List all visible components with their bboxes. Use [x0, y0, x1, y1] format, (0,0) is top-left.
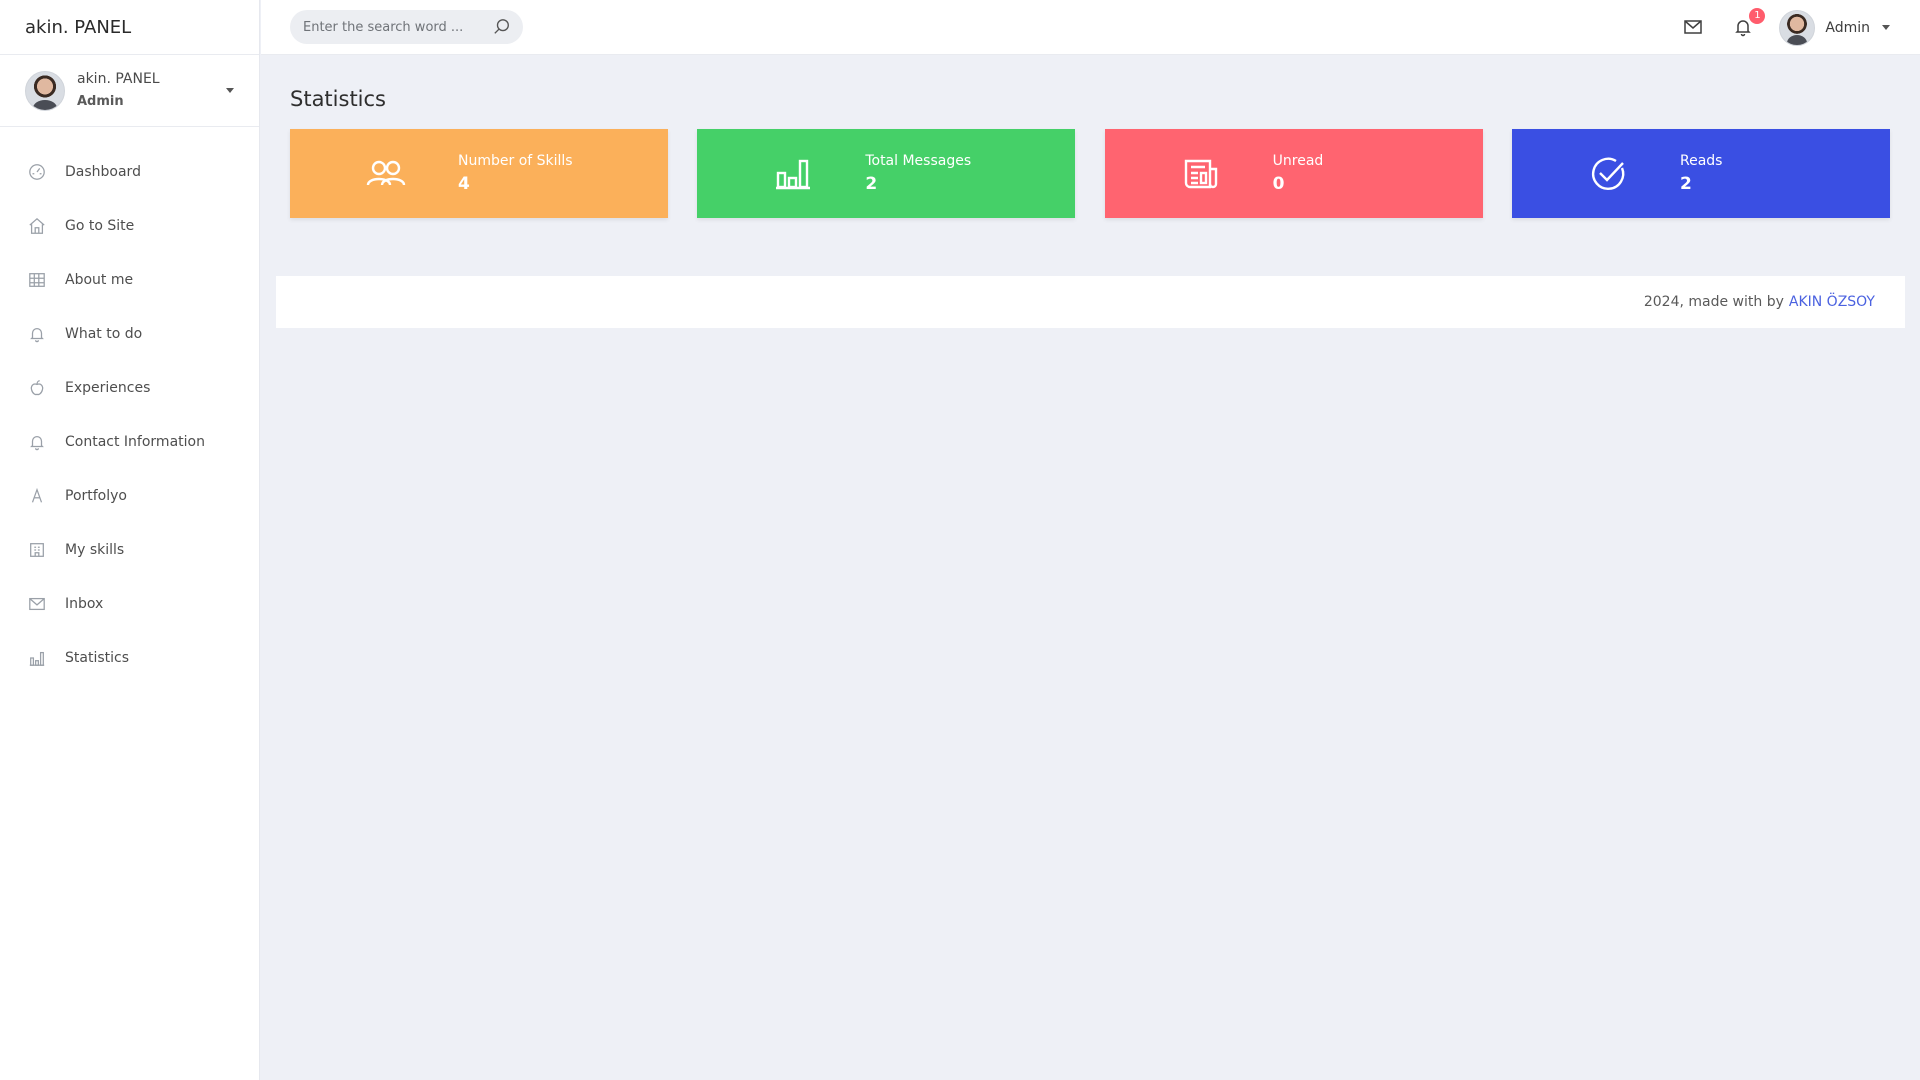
chevron-down-icon: [1882, 25, 1890, 30]
gauge-icon: [27, 162, 47, 182]
stat-label: Number of Skills: [458, 153, 573, 170]
search-box: [290, 10, 523, 44]
footer-author-link[interactable]: AKIN ÖZSOY: [1789, 294, 1875, 310]
main-content: Statistics Number of Skills 4 Total Mess…: [290, 55, 1890, 218]
stat-value: 2: [865, 173, 878, 194]
sidebar-item-experiences[interactable]: Experiences: [0, 361, 259, 415]
sidebar-item-my-skills[interactable]: My skills: [0, 523, 259, 577]
user-name: Admin: [1825, 19, 1870, 36]
sidebar-item-label: Contact Information: [65, 434, 205, 450]
font-a-icon: [27, 486, 47, 506]
sidebar-item-label: Experiences: [65, 380, 151, 396]
bell-icon: [27, 432, 47, 452]
bell-icon: [27, 324, 47, 344]
stat-card-skills: Number of Skills 4: [290, 129, 668, 218]
stat-value: 4: [458, 173, 470, 194]
avatar: [1779, 9, 1816, 46]
bar-chart-icon: [737, 129, 849, 218]
home-icon: [27, 216, 47, 236]
stat-card-unread: Unread 0: [1104, 129, 1483, 218]
avatar: [25, 70, 65, 111]
sidebar-item-label: Statistics: [65, 650, 129, 666]
stat-value: 2: [1679, 173, 1692, 194]
sidebar-item-label: Inbox: [65, 596, 104, 612]
newspaper-icon: [1145, 129, 1257, 218]
stat-card-total-messages: Total Messages 2: [697, 129, 1076, 218]
sidebar-item-label: My skills: [65, 542, 125, 558]
grid-icon: [27, 270, 47, 290]
sidebar-item-inbox[interactable]: Inbox: [0, 577, 259, 631]
users-icon: [330, 129, 442, 218]
stat-value: 0: [1272, 173, 1285, 194]
stat-label: Total Messages: [865, 153, 972, 170]
notification-badge: 1: [1749, 7, 1766, 24]
topbar: 1 Admin: [261, 0, 1920, 55]
sidebar-nav: Dashboard Go to Site About me What to do…: [0, 127, 259, 685]
stat-card-reads: Reads 2: [1511, 129, 1890, 218]
sidebar-item-dashboard[interactable]: Dashboard: [0, 145, 259, 199]
sidebar-item-label: Portfolyo: [65, 488, 127, 504]
building-icon: [27, 540, 47, 560]
sidebar-item-label: About me: [65, 272, 134, 288]
stat-label: Unread: [1272, 153, 1324, 170]
sidebar-item-statistics[interactable]: Statistics: [0, 631, 259, 685]
sidebar-item-label: What to do: [65, 326, 143, 342]
search-input[interactable]: [303, 19, 493, 35]
user-menu[interactable]: Admin: [1779, 9, 1890, 46]
chevron-down-icon[interactable]: [226, 88, 234, 93]
page-title: Statistics: [290, 87, 386, 111]
stat-cards: Number of Skills 4 Total Messages 2 Unre…: [290, 129, 1890, 218]
sidebar-item-label: Dashboard: [65, 164, 141, 180]
profile-role: Admin: [77, 94, 124, 110]
sidebar-item-what-to-do[interactable]: What to do: [0, 307, 259, 361]
bar-chart-icon: [27, 648, 47, 668]
mail-icon[interactable]: [1683, 17, 1705, 39]
bell-icon[interactable]: 1: [1733, 7, 1766, 39]
footer-text: 2024, made with by: [1643, 294, 1784, 310]
sidebar-item-about-me[interactable]: About me: [0, 253, 259, 307]
footer: 2024, made with by AKIN ÖZSOY: [276, 276, 1905, 328]
sidebar: akin. PANEL akin. PANEL Admin Dashboard …: [0, 0, 260, 1080]
mail-icon: [27, 594, 47, 614]
sidebar-profile[interactable]: akin. PANEL Admin: [0, 55, 259, 127]
apple-icon: [27, 378, 47, 398]
sidebar-item-label: Go to Site: [65, 218, 135, 234]
stat-label: Reads: [1679, 153, 1723, 170]
brand-logo[interactable]: akin. PANEL: [0, 0, 259, 55]
sidebar-item-go-to-site[interactable]: Go to Site: [0, 199, 259, 253]
check-circle-icon: [1552, 129, 1664, 218]
sidebar-item-contact-information[interactable]: Contact Information: [0, 415, 259, 469]
profile-name: akin. PANEL: [77, 71, 160, 88]
search-icon[interactable]: [493, 18, 511, 36]
sidebar-item-portfolyo[interactable]: Portfolyo: [0, 469, 259, 523]
